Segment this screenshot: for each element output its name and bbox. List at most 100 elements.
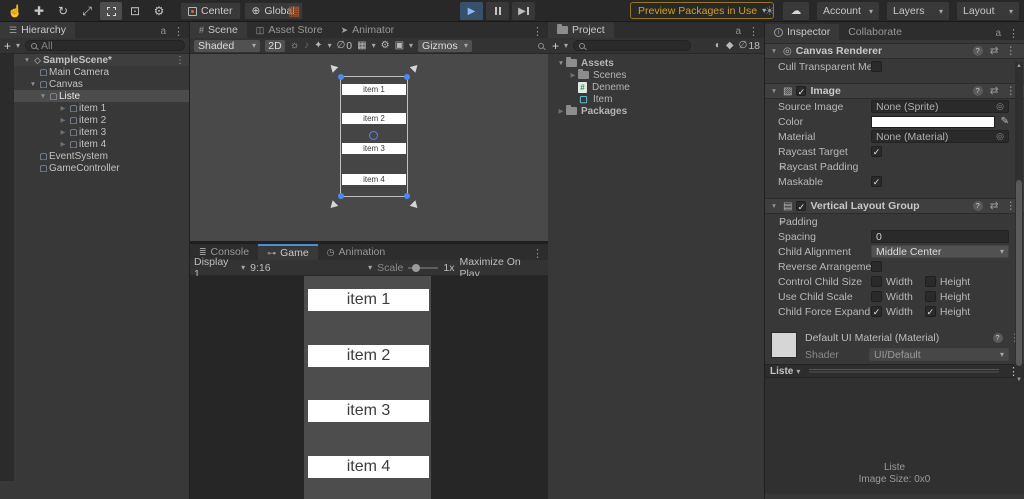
- tab-hierarchy[interactable]: ☰ Hierarchy: [0, 22, 75, 38]
- inspector-scrollbar[interactable]: ▲ ▼: [1015, 62, 1023, 384]
- scrollbar-thumb[interactable]: [1016, 180, 1022, 366]
- tab-inspector[interactable]: i Inspector: [765, 24, 839, 40]
- raycast-target-checkbox[interactable]: ✓: [871, 146, 882, 157]
- pivot-toggle-button[interactable]: Center: [180, 2, 241, 20]
- create-button[interactable]: +: [4, 39, 11, 53]
- chevron-down-icon[interactable]: ▾: [328, 41, 332, 50]
- chevron-down-icon[interactable]: ▾: [372, 41, 376, 50]
- tab-animation[interactable]: ◷ Animation: [318, 244, 395, 260]
- chevron-down-icon[interactable]: ▾: [564, 41, 568, 50]
- scale-slider[interactable]: [408, 267, 438, 269]
- corner-handle[interactable]: [338, 193, 344, 199]
- corner-handle[interactable]: [404, 193, 410, 199]
- chevron-down-icon[interactable]: ▾: [409, 41, 413, 50]
- hierarchy-item-4[interactable]: ▶ ▢ item 4: [14, 138, 189, 150]
- tab-scene[interactable]: # Scene: [190, 22, 247, 38]
- audio-toggle-icon[interactable]: ♪: [304, 40, 309, 51]
- presets-icon[interactable]: ⇄: [990, 85, 999, 97]
- tab-game[interactable]: ⊶ Game: [258, 244, 318, 260]
- project-row-deneme[interactable]: # Deneme: [548, 81, 764, 93]
- hierarchy-item-main-camera[interactable]: ▢ Main Camera: [14, 66, 189, 78]
- component-menu-icon[interactable]: ⋮: [1006, 45, 1017, 57]
- cloud-services-button[interactable]: ☁: [783, 2, 809, 20]
- lock-icon[interactable]: a: [735, 26, 741, 37]
- color-swatch[interactable]: [871, 116, 995, 128]
- create-button[interactable]: +: [552, 39, 559, 53]
- lock-icon[interactable]: a: [160, 26, 166, 37]
- help-icon[interactable]: ?: [973, 46, 983, 56]
- hierarchy-item-canvas[interactable]: ▼ ▢ Canvas: [14, 78, 189, 90]
- panel-menu-icon[interactable]: ⋮: [1008, 27, 1019, 40]
- preview-packages-button[interactable]: Preview Packages in Use ▾: [630, 2, 774, 19]
- hierarchy-item-liste-selected[interactable]: ▼ ▢ Liste: [14, 90, 189, 102]
- shading-mode-dropdown[interactable]: Shaded ▾: [194, 40, 260, 52]
- control-height-checkbox[interactable]: [925, 276, 936, 287]
- chevron-down-icon[interactable]: ▾: [16, 41, 20, 50]
- tab-animator[interactable]: ➤ Animator: [332, 22, 404, 38]
- shader-dropdown[interactable]: UI/Default ▾: [869, 348, 1009, 361]
- scene-item-bar[interactable]: item 4: [342, 174, 406, 185]
- eyedropper-icon[interactable]: ✎: [1001, 116, 1009, 127]
- expand-height-checkbox[interactable]: ✓: [925, 306, 936, 317]
- foldout-icon[interactable]: ▼: [22, 57, 32, 64]
- source-image-object-field[interactable]: None (Sprite) ◎: [871, 100, 1009, 113]
- project-row-scenes[interactable]: ▶ Scenes: [548, 69, 764, 81]
- corner-handle[interactable]: [338, 74, 344, 80]
- grid-snap-icon[interactable]: ▦: [288, 3, 300, 19]
- foldout-icon[interactable]: ▶: [568, 71, 578, 79]
- pivot-handle[interactable]: [369, 131, 378, 140]
- lock-icon[interactable]: a: [995, 28, 1001, 39]
- pause-button[interactable]: [486, 2, 509, 20]
- anchor-handle[interactable]: [410, 200, 421, 211]
- hierarchy-item-eventsystem[interactable]: ▢ EventSystem: [14, 150, 189, 162]
- material-object-field[interactable]: None (Material) ◎: [871, 130, 1009, 143]
- grid-visibility-icon[interactable]: ▦: [357, 40, 366, 51]
- foldout-icon[interactable]: ▶: [58, 116, 68, 124]
- hierarchy-scene-row[interactable]: ▼ ◇ SampleScene* ⋮: [14, 54, 189, 66]
- preview-header-bar[interactable]: Liste ▾ ⋮: [765, 364, 1024, 378]
- component-enabled-checkbox[interactable]: ✓: [796, 86, 806, 96]
- scene-item-bar[interactable]: item 2: [342, 113, 406, 124]
- help-icon[interactable]: ?: [973, 201, 983, 211]
- layout-dropdown[interactable]: Layout ▾: [957, 2, 1019, 20]
- foldout-icon[interactable]: ▼: [38, 93, 48, 100]
- tab-asset-store[interactable]: ◫ Asset Store: [247, 22, 332, 38]
- foldout-icon[interactable]: ▶: [556, 107, 566, 115]
- presets-icon[interactable]: ⇄: [990, 45, 999, 57]
- reverse-arrangement-checkbox[interactable]: [871, 261, 882, 272]
- hierarchy-item-3[interactable]: ▶ ▢ item 3: [14, 126, 189, 138]
- expand-width-checkbox[interactable]: ✓: [871, 306, 882, 317]
- scene-menu-icon[interactable]: ⋮: [175, 55, 189, 66]
- component-enabled-checkbox[interactable]: ✓: [796, 201, 806, 211]
- play-button[interactable]: ▶: [460, 2, 483, 20]
- hierarchy-item-2[interactable]: ▶ ▢ item 2: [14, 114, 189, 126]
- hierarchy-item-1[interactable]: ▶ ▢ item 1: [14, 102, 189, 114]
- foldout-icon[interactable]: ▼: [769, 48, 779, 55]
- component-header-vertical-layout-group[interactable]: ▼ ▤ ✓ Vertical Layout Group ? ⇄ ⋮: [765, 198, 1024, 214]
- search-by-label-icon[interactable]: ◆: [726, 40, 734, 51]
- project-row-packages[interactable]: ▶ Packages: [548, 105, 764, 117]
- component-header-image[interactable]: ▼ ▨ ✓ Image ? ⇄ ⋮: [765, 83, 1024, 99]
- rect-tool-button[interactable]: [100, 2, 122, 20]
- account-dropdown[interactable]: Account ▾: [817, 2, 879, 20]
- tab-project[interactable]: Project: [548, 22, 614, 38]
- hierarchy-item-gamecontroller[interactable]: ▢ GameController: [14, 162, 189, 174]
- scale-tool-button[interactable]: ⤢: [76, 2, 98, 20]
- anchor-handle[interactable]: [410, 62, 421, 73]
- scale-slider-knob[interactable]: [412, 264, 420, 272]
- hand-tool-button[interactable]: ☝: [4, 2, 26, 20]
- scale-height-checkbox[interactable]: [925, 291, 936, 302]
- move-tool-button[interactable]: ✚: [28, 2, 50, 20]
- lighting-toggle-icon[interactable]: ☼: [290, 40, 299, 51]
- foldout-icon[interactable]: ▶: [58, 104, 68, 112]
- help-icon[interactable]: ?: [993, 333, 1003, 343]
- presets-icon[interactable]: ⇄: [990, 200, 999, 212]
- object-picker-icon[interactable]: ◎: [996, 101, 1004, 112]
- hidden-objects-icon[interactable]: ∅: [337, 40, 346, 51]
- help-icon[interactable]: ?: [973, 86, 983, 96]
- corner-handle[interactable]: [404, 74, 410, 80]
- gizmos-dropdown[interactable]: Gizmos ▾: [418, 40, 472, 52]
- foldout-icon[interactable]: ▼: [769, 203, 779, 210]
- camera-settings-icon[interactable]: ▣: [395, 40, 404, 51]
- foldout-icon[interactable]: ▶: [58, 140, 68, 148]
